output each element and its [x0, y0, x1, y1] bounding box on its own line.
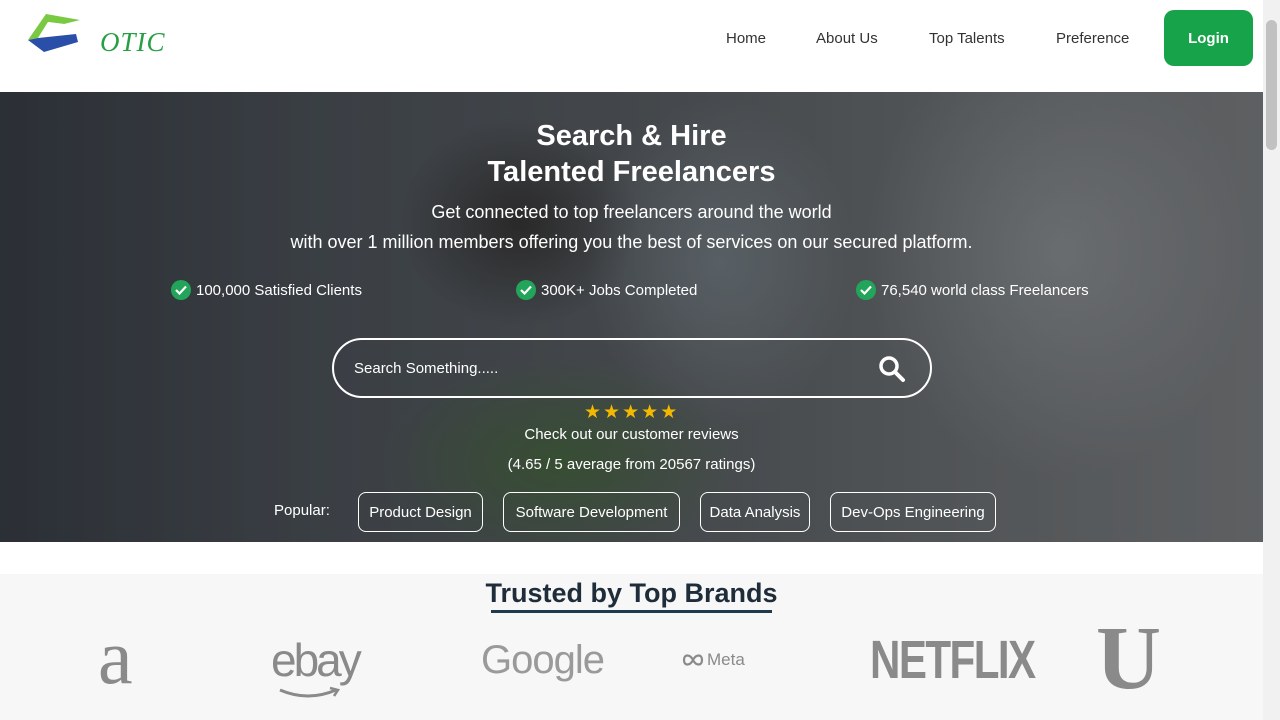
amazon-smile-icon: [278, 686, 342, 707]
rating-summary: (4.65 / 5 average from 20567 ratings): [507, 456, 756, 473]
star-icon: ★: [603, 402, 621, 423]
stat-label: 76,540 world class Freelancers: [881, 281, 1089, 299]
star-icon: ★: [660, 402, 678, 423]
hero-section: Search & Hire Talented Freelancers Get c…: [0, 92, 1263, 542]
hero-subtitle-line1: Get connected to top freelancers around …: [431, 202, 832, 222]
hero-title-line1: Search & Hire: [536, 120, 727, 152]
nav-top-talents[interactable]: Top Talents: [929, 30, 1005, 47]
tag-software-development[interactable]: Software Development: [503, 492, 680, 532]
brands-section: Trusted by Top Brands a ebay Google Meta…: [0, 574, 1263, 720]
hero-subtitle-line2: with over 1 million members offering you…: [290, 232, 973, 252]
brand-logo-google: Google: [481, 638, 605, 682]
reviews-link[interactable]: Check out our customer reviews: [0, 426, 1263, 443]
stat-jobs: 300K+ Jobs Completed: [516, 280, 697, 300]
popular-label: Popular:: [274, 502, 330, 519]
tag-data-analysis[interactable]: Data Analysis: [700, 492, 810, 532]
nav-home[interactable]: Home: [726, 30, 766, 47]
login-button[interactable]: Login: [1164, 10, 1253, 66]
check-icon: [856, 280, 876, 300]
logo-mark-icon: [28, 14, 80, 52]
scrollbar-thumb[interactable]: [1266, 20, 1277, 150]
brands-title: Trusted by Top Brands: [485, 578, 778, 608]
brand-logo-amazon: a: [98, 613, 133, 700]
page-scrollbar[interactable]: [1263, 0, 1280, 720]
stat-clients: 100,000 Satisfied Clients: [171, 280, 362, 300]
rating-stars: ★ ★ ★ ★ ★: [584, 402, 678, 423]
hero-title-line2: Talented Freelancers: [487, 156, 776, 188]
site-header: OTIC Home About Us Top Talents Preferenc…: [0, 0, 1263, 92]
star-icon: ★: [584, 402, 602, 423]
stat-freelancers: 76,540 world class Freelancers: [856, 280, 1089, 300]
search-icon[interactable]: [878, 355, 906, 383]
brand-logo-netflix: NETFLIX: [870, 630, 1036, 690]
nav-about-us[interactable]: About Us: [816, 30, 878, 47]
brand-name: Meta: [707, 650, 745, 669]
brand-logo-ebay: ebay: [271, 634, 362, 686]
brand-logo-meta: Meta: [682, 650, 745, 670]
check-icon: [171, 280, 191, 300]
stat-label: 300K+ Jobs Completed: [541, 281, 698, 299]
search-input[interactable]: [354, 356, 834, 380]
logo[interactable]: OTIC: [24, 12, 165, 57]
title-underline: [491, 610, 772, 613]
star-icon: ★: [641, 402, 659, 423]
tag-dev-ops-engineering[interactable]: Dev-Ops Engineering: [830, 492, 996, 532]
logo-text: OTIC: [100, 27, 166, 57]
brand-logo-unilever: U: [1096, 609, 1161, 708]
check-icon: [516, 280, 536, 300]
search-box: [332, 338, 932, 398]
meta-infinity-icon: [682, 654, 704, 666]
tag-product-design[interactable]: Product Design: [358, 492, 483, 532]
star-icon: ★: [622, 402, 640, 423]
stat-label: 100,000 Satisfied Clients: [196, 281, 362, 299]
nav-preference[interactable]: Preference: [1056, 30, 1129, 47]
